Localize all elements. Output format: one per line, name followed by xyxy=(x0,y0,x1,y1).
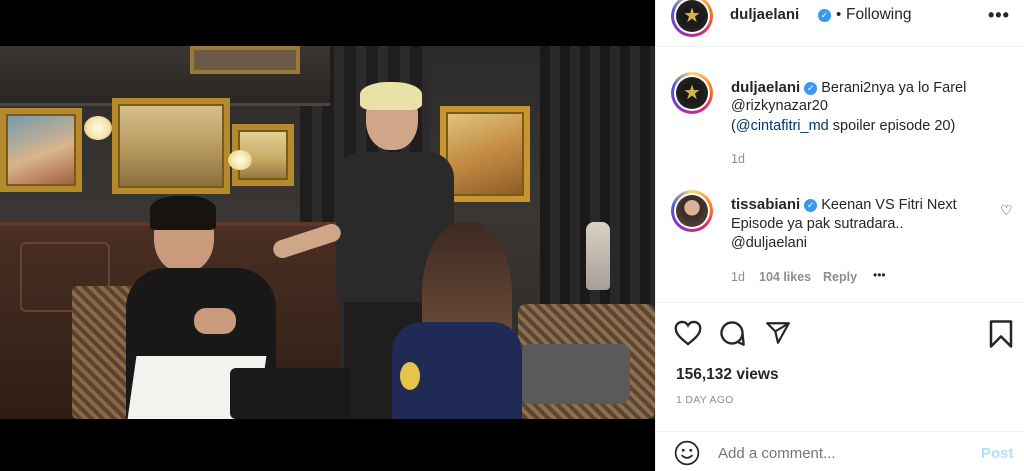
more-options-icon[interactable]: ••• xyxy=(988,5,1010,26)
share-paper-plane-icon[interactable] xyxy=(764,320,792,346)
commenter-avatar[interactable] xyxy=(671,190,713,232)
comment-bubble-icon[interactable] xyxy=(718,319,746,347)
verified-badge-icon: ✓ xyxy=(818,9,831,22)
post-actions: 156,132 views 1 DAY AGO xyxy=(656,302,1024,412)
caption-spoiler-text: spoiler episode 20) xyxy=(828,118,956,134)
comment-input[interactable] xyxy=(718,441,958,465)
post-sidebar: ★ duljaelani ✓ • Following ••• ★ duljael… xyxy=(655,0,1024,471)
comment-more-icon[interactable]: ••• xyxy=(873,268,886,282)
caption-timestamp[interactable]: 1d xyxy=(731,152,745,166)
verified-badge-icon: ✓ xyxy=(804,199,818,212)
mention-cintafitri-md[interactable]: @cintafitri_md xyxy=(736,118,829,134)
star-logo-icon: ★ xyxy=(683,82,701,104)
mention-duljaelani[interactable]: @duljaelani xyxy=(731,234,807,253)
lamp-right-vase xyxy=(586,222,610,290)
author-avatar[interactable]: ★ xyxy=(671,0,713,37)
caption-text: Berani2nya ya lo Farel xyxy=(821,80,967,96)
post-video[interactable] xyxy=(0,0,655,471)
comment-timestamp[interactable]: 1d xyxy=(731,270,745,284)
header-username[interactable]: duljaelani xyxy=(730,6,799,23)
painting-mermaid xyxy=(0,108,82,192)
comment-text-1: Keenan VS Fitri Next xyxy=(821,197,957,213)
save-bookmark-icon[interactable] xyxy=(988,319,1014,349)
like-heart-icon[interactable] xyxy=(674,320,702,346)
comment-composer: Post xyxy=(656,431,1024,471)
like-comment-heart-icon[interactable]: ♡ xyxy=(1000,202,1013,219)
seated-woman xyxy=(382,222,542,419)
emoji-smiley-icon[interactable] xyxy=(674,440,700,466)
verified-badge-icon: ✓ xyxy=(804,82,818,95)
post-date[interactable]: 1 DAY AGO xyxy=(676,394,734,406)
comment-text-2: Episode ya pak sutradara.. xyxy=(731,216,904,232)
lamp-left xyxy=(84,116,112,140)
caption-username[interactable]: duljaelani xyxy=(731,79,800,96)
mention-rizkynazar20[interactable]: @rizkynazar20 xyxy=(731,97,828,116)
comment-likes[interactable]: 104 likes xyxy=(759,270,811,284)
lamp-center xyxy=(228,150,252,170)
star-logo-icon: ★ xyxy=(683,5,701,27)
view-count[interactable]: 156,132 views xyxy=(676,366,779,384)
post-header: ★ duljaelani ✓ • Following ••• xyxy=(656,0,1024,47)
painting-top xyxy=(190,46,300,74)
post-comment-button[interactable]: Post xyxy=(981,445,1014,462)
commenter-username[interactable]: tissabiani xyxy=(731,196,800,213)
video-frame xyxy=(0,46,655,419)
reply-button[interactable]: Reply xyxy=(823,270,857,284)
following-button[interactable]: Following xyxy=(846,6,911,24)
painting-ships xyxy=(112,98,230,194)
header-dot: • xyxy=(836,6,842,23)
caption-avatar[interactable]: ★ xyxy=(671,72,713,114)
